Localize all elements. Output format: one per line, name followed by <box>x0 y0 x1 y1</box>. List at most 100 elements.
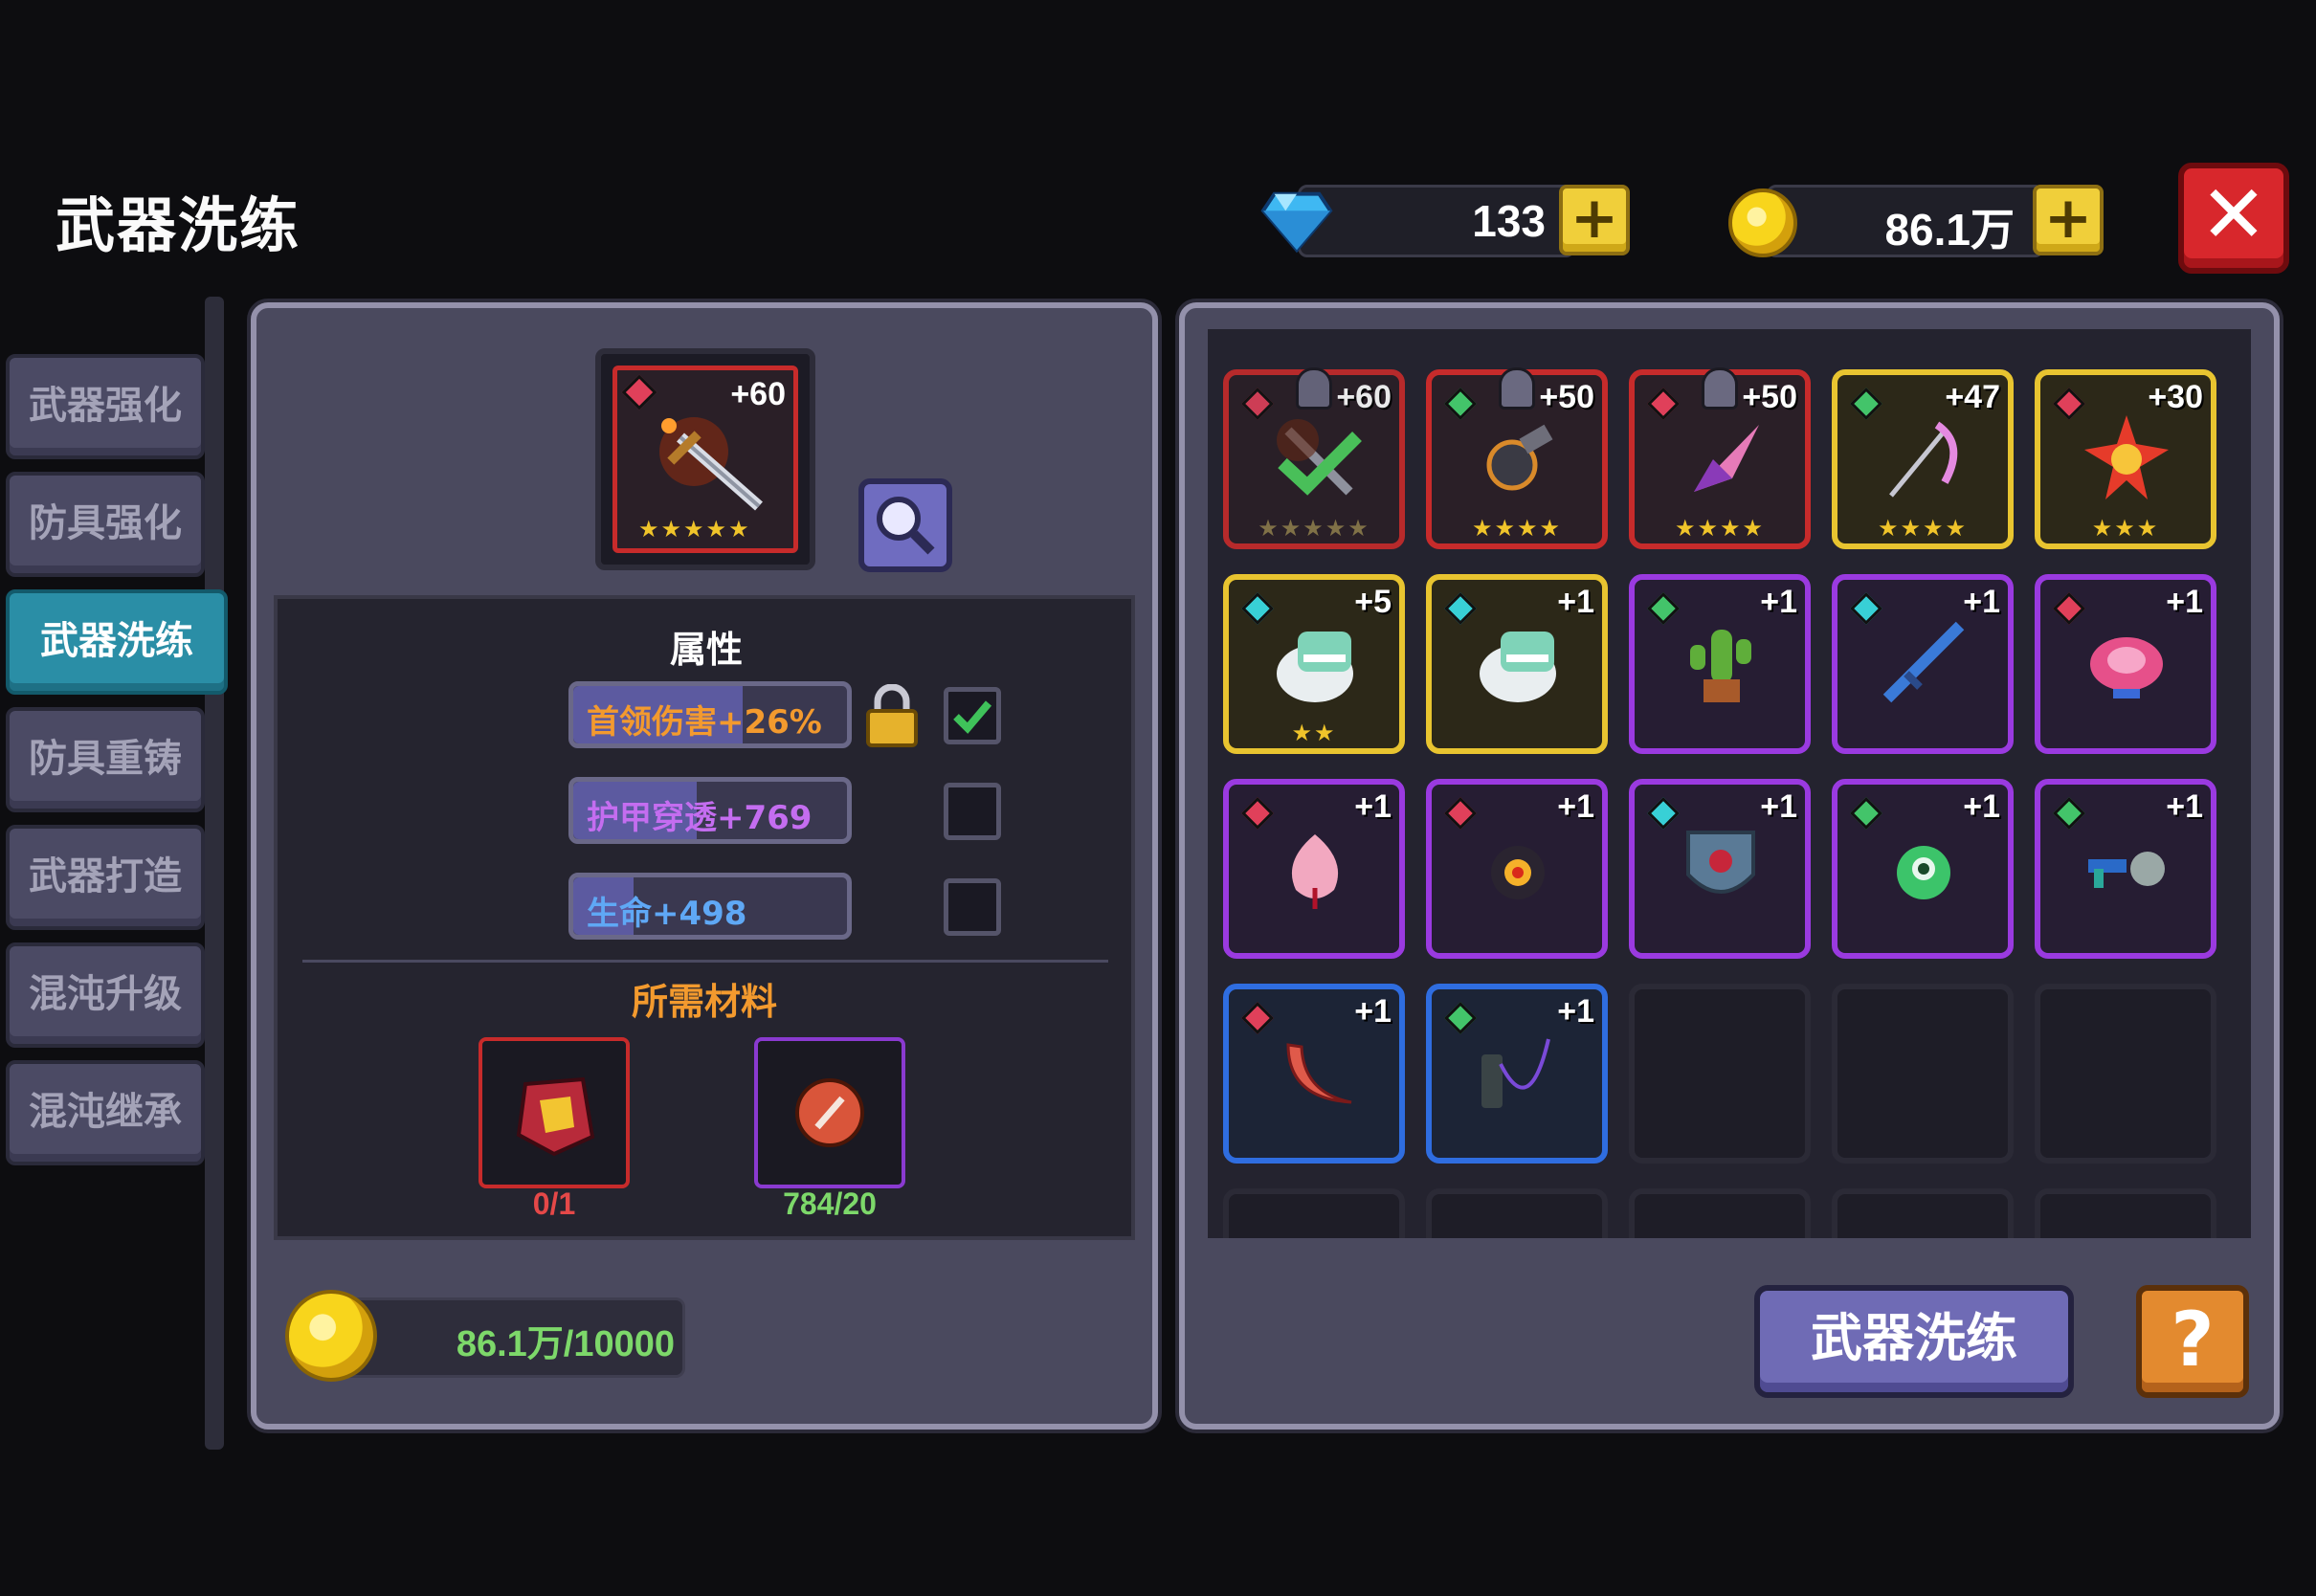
inventory-item[interactable]: +1 <box>1832 574 2014 754</box>
item-stars: ★★ <box>1291 720 1337 746</box>
divider <box>302 960 1108 963</box>
inventory-empty-slot[interactable] <box>2035 1188 2216 1238</box>
attribute-checkbox-3[interactable] <box>944 878 1001 936</box>
attribute-checkbox-2[interactable] <box>944 783 1001 840</box>
lock-icon[interactable] <box>864 684 920 747</box>
weapon-stars: ★★★★★ <box>638 516 751 543</box>
item-stars: ★★★★ <box>1877 515 1969 542</box>
tab-armor-enhance[interactable]: 防具强化 <box>6 472 205 577</box>
selected-weapon-frame: +60 ★★★★★ <box>612 366 798 553</box>
add-coins-button[interactable]: + <box>2033 185 2104 255</box>
attributes-title: 属性 <box>670 629 744 671</box>
inventory-item[interactable]: +60 ★★★★★ <box>1223 367 1405 549</box>
cannon-icon <box>1486 424 1553 491</box>
inventory-item[interactable]: +1 <box>1426 984 1608 1164</box>
rifle-icon <box>1882 621 1965 703</box>
inventory-item[interactable]: +47 ★★★★ <box>1832 369 2014 549</box>
inventory-item[interactable]: +5 ★★ <box>1223 574 1405 754</box>
gem-count: 133 <box>1472 196 1546 246</box>
inventory-item[interactable]: +1 <box>1426 779 1608 959</box>
boomerang-icon <box>1286 1043 1352 1104</box>
tab-chaos-upgrade[interactable]: 混沌升级 <box>6 942 205 1048</box>
coin-count: 86.1万 <box>1884 205 2015 255</box>
page-title: 武器洗练 <box>56 190 301 260</box>
inventory-item[interactable]: +1 <box>2035 779 2216 959</box>
inventory-item[interactable]: +1 <box>1223 984 1405 1164</box>
gem-bar: 133 <box>1298 185 1575 257</box>
item-stars: ★★★ <box>2091 515 2160 542</box>
attribute-row-boss-damage: 首领伤害+26% <box>568 681 852 748</box>
close-button[interactable]: ✕ <box>2178 163 2289 274</box>
attribute-checkbox-1[interactable] <box>944 687 1001 744</box>
inventory-empty-slot[interactable] <box>1832 984 2014 1164</box>
attribute-text: 生命+498 <box>587 895 747 933</box>
inventory-item[interactable]: +30 ★★★ <box>2035 369 2216 549</box>
item-stars: ★★★★★ <box>1258 515 1370 542</box>
rarity-gem-icon <box>621 374 657 410</box>
add-gems-button[interactable]: + <box>1559 185 1630 255</box>
inventory-empty-slot[interactable] <box>1223 1188 1405 1238</box>
attribute-text: 首领伤害+26% <box>587 703 822 742</box>
materials-title: 所需材料 <box>631 981 777 1023</box>
attribute-text: 护甲穿透+769 <box>587 799 813 837</box>
inventory-empty-slot[interactable] <box>1426 1188 1608 1238</box>
red-ore-icon <box>516 1076 595 1157</box>
green-eye-icon <box>1897 846 1950 899</box>
inventory-empty-slot[interactable] <box>2035 984 2216 1164</box>
bomb-eye-icon <box>1491 846 1545 899</box>
cactus-icon <box>1690 630 1751 702</box>
material-count-2: 784/20 <box>783 1186 877 1221</box>
inventory-item[interactable]: +1 <box>1629 779 1811 959</box>
inventory-item[interactable]: +1 <box>1629 574 1811 754</box>
material-count-1: 0/1 <box>532 1186 576 1221</box>
inventory-item[interactable]: +1 <box>1832 779 2014 959</box>
inventory-item[interactable]: +1 <box>1223 779 1405 959</box>
shield-icon <box>1686 831 1755 894</box>
inventory-item[interactable]: +1 <box>2035 574 2216 754</box>
inventory-empty-slot[interactable] <box>1629 984 1811 1164</box>
inventory-item[interactable]: +50 ★★★★ <box>1629 367 1811 549</box>
scythe-icon <box>1889 421 1958 498</box>
coin-currency: 86.1万 + <box>1728 185 2104 257</box>
magnifier-icon <box>877 497 935 555</box>
coin-icon <box>285 1290 377 1382</box>
sun-orb-icon <box>2084 415 2169 499</box>
whip-icon <box>1481 1038 1550 1108</box>
inventory-grid: +60 ★★★★★ +50 ★★★★ +50 ★★★★ +47 ★★★★ +30… <box>1208 329 2251 1238</box>
dino-pet-icon <box>1480 632 1556 702</box>
inspect-button[interactable] <box>858 478 952 572</box>
tab-weapon-enhance[interactable]: 武器强化 <box>6 354 205 459</box>
attribute-row-armor-pen: 护甲穿透+769 <box>568 777 852 844</box>
coin-cost-text: 86.1万/10000 <box>456 1324 675 1364</box>
material-slot-1[interactable] <box>479 1037 630 1188</box>
material-slot-2[interactable] <box>754 1037 905 1188</box>
selected-weapon-slot[interactable]: +60 ★★★★★ <box>595 348 815 570</box>
inventory-item[interactable]: +50 ★★★★ <box>1426 367 1608 549</box>
tab-weapon-reroll[interactable]: 武器洗练 <box>6 589 228 695</box>
inventory-item[interactable]: +1 <box>1426 574 1608 754</box>
gem-currency: 133 + <box>1259 185 1633 257</box>
crystal-blade-icon <box>1694 425 1759 492</box>
tab-chaos-inherit[interactable]: 混沌继承 <box>6 1060 205 1165</box>
coin-bar: 86.1万 <box>1767 185 2044 257</box>
bell-icon <box>1296 367 1332 410</box>
coin-cost-bar: 86.1万/10000 <box>325 1297 685 1378</box>
tab-weapon-forge[interactable]: 武器打造 <box>6 825 205 930</box>
coin-icon <box>1728 188 1797 257</box>
inventory-empty-slot[interactable] <box>1832 1188 2014 1238</box>
orb-gun-icon <box>2088 852 2165 888</box>
bell-icon <box>1499 367 1535 410</box>
item-stars: ★★★★ <box>1674 515 1766 542</box>
help-button[interactable]: ? <box>2136 1285 2249 1398</box>
diamond-icon <box>1260 191 1333 254</box>
dino-pet-icon <box>1277 632 1353 702</box>
equipped-check-icon <box>1278 432 1362 496</box>
reroll-weapon-button[interactable]: 武器洗练 <box>1754 1285 2074 1398</box>
peach-icon <box>1291 834 1339 909</box>
inventory-empty-slot[interactable] <box>1629 1188 1811 1238</box>
checkmark-icon <box>953 700 992 734</box>
attribute-row-health: 生命+498 <box>568 873 852 940</box>
item-stars: ★★★★ <box>1471 515 1563 542</box>
sword-icon <box>659 417 763 511</box>
tab-armor-reforge[interactable]: 防具重铸 <box>6 707 205 812</box>
